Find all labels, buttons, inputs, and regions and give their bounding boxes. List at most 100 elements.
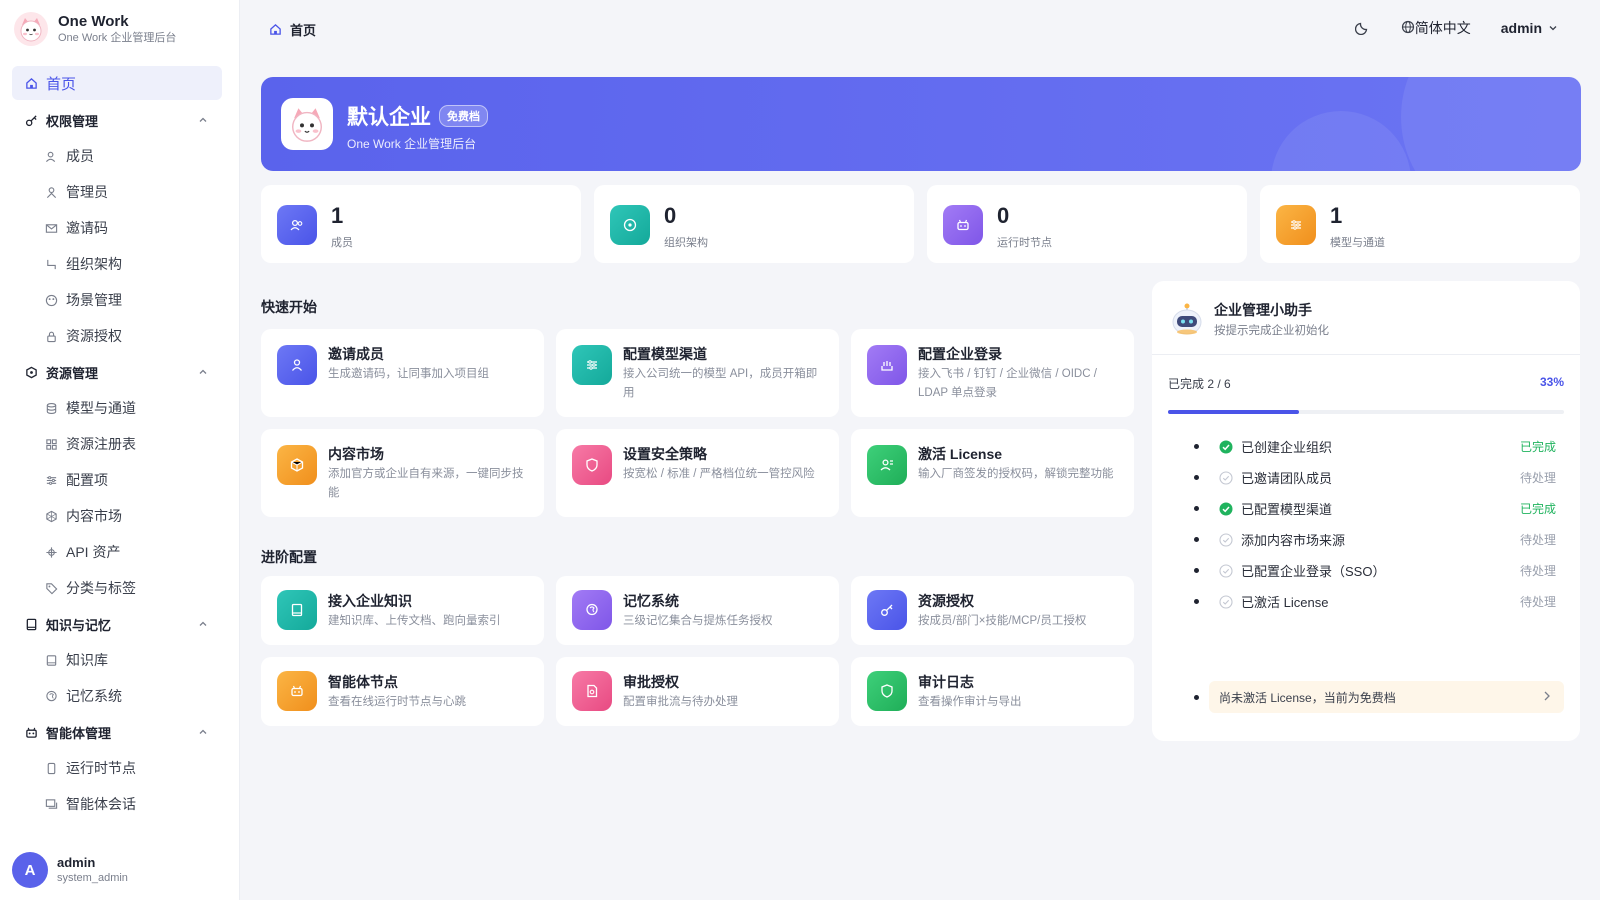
chevron-down-icon: [1548, 20, 1558, 36]
sidebar-group-agents[interactable]: 智能体管理: [12, 714, 222, 750]
theme-toggle-button[interactable]: [1354, 19, 1371, 38]
card-invite-members[interactable]: 邀请成员 生成邀请码，让同事加入项目组: [261, 329, 544, 417]
sidebar-item-label: 首页: [46, 75, 77, 93]
check-circle-icon: [1219, 440, 1233, 454]
card-enterprise-knowledge[interactable]: 接入企业知识 建知识库、上传文档、跑向量索引: [261, 576, 544, 645]
user-icon: [44, 185, 58, 199]
card-approval-auth[interactable]: 审批授权 配置审批流与待办处理: [556, 657, 839, 726]
hexagon-icon: [277, 445, 317, 485]
card-content-market[interactable]: 内容市场 添加官方或企业自有来源，一键同步技能: [261, 429, 544, 517]
sidebar-item-memory[interactable]: 记忆系统: [12, 678, 222, 714]
card-title: 审计日志: [918, 674, 974, 690]
section-title-quick-start: 快速开始: [261, 299, 317, 315]
database-icon: [44, 401, 58, 415]
sidebar-item-home[interactable]: 首页: [12, 66, 222, 100]
card-security-policy[interactable]: 设置安全策略 按宽松 / 标准 / 严格档位统一管控风险: [556, 429, 839, 517]
sidebar-item-org[interactable]: 组织架构: [12, 246, 222, 282]
sidebar-item-scenes[interactable]: 场景管理: [12, 282, 222, 318]
chevron-up-icon: [198, 365, 208, 380]
sidebar-item-label: 资源授权: [66, 328, 122, 344]
enterprise-subtitle: One Work 企业管理后台: [347, 137, 477, 151]
enterprise-banner: 默认企业 免费档 One Work 企业管理后台: [261, 77, 1581, 171]
decor-circle: [1401, 77, 1581, 171]
pending-circle-icon: [1219, 470, 1233, 485]
user-profile[interactable]: A admin system_admin: [12, 852, 128, 888]
stat-card-models[interactable]: 1 模型与通道: [1260, 185, 1580, 263]
sidebar-item-models[interactable]: 模型与通道: [12, 390, 222, 426]
sidebar-item-knowledge-base[interactable]: 知识库: [12, 642, 222, 678]
bullet: [1194, 694, 1199, 700]
sidebar-item-invite-codes[interactable]: 邀请码: [12, 210, 222, 246]
sidebar-item-admins[interactable]: 管理员: [12, 174, 222, 210]
task-item[interactable]: 已创建企业组织 已完成: [1168, 431, 1564, 462]
brand-title: One Work: [58, 12, 129, 30]
sidebar-item-tags[interactable]: 分类与标签: [12, 570, 222, 606]
decor-circle: [1271, 111, 1411, 171]
task-status: 待处理: [1519, 471, 1556, 485]
sidebar-group-knowledge[interactable]: 知识与记忆: [12, 606, 222, 642]
card-desc: 添加官方或企业自有来源，一键同步技能: [328, 468, 524, 499]
task-item[interactable]: 已配置企业登录（SSO） 待处理: [1168, 555, 1564, 586]
card-title: 设置安全策略: [623, 446, 707, 462]
sidebar-item-label: 知识库: [66, 652, 108, 668]
card-title: 资源授权: [918, 593, 974, 609]
sidebar-item-agent-sessions[interactable]: 智能体会话: [12, 786, 222, 822]
login-icon: [867, 345, 907, 385]
stat-card-runtime[interactable]: 0 运行时节点: [927, 185, 1247, 263]
task-item[interactable]: 已邀请团队成员 待处理: [1168, 462, 1564, 493]
chevron-up-icon: [198, 725, 208, 740]
sidebar-group-permissions[interactable]: 权限管理: [12, 102, 222, 138]
language-switcher[interactable]: 简体中文: [1401, 18, 1471, 38]
stat-card-members[interactable]: 1 成员: [261, 185, 581, 263]
book-icon: [24, 617, 38, 631]
hexagon-icon: [44, 509, 58, 523]
task-item[interactable]: 添加内容市场来源 待处理: [1168, 524, 1564, 555]
sidebar-group-resources[interactable]: 资源管理: [12, 354, 222, 390]
sidebar-item-api-assets[interactable]: API 资产: [12, 534, 222, 570]
card-title: 智能体节点: [328, 674, 398, 690]
card-resource-auth[interactable]: 资源授权 按成员/部门×技能/MCP/员工授权: [851, 576, 1134, 645]
card-audit-log[interactable]: 审计日志 查看操作审计与导出: [851, 657, 1134, 726]
progress-percent: 33%: [1539, 375, 1564, 389]
sidebar-item-registry[interactable]: 资源注册表: [12, 426, 222, 462]
stat-label: 模型与通道: [1330, 237, 1385, 249]
robot-icon: [24, 725, 38, 739]
task-item[interactable]: 已配置模型渠道 已完成: [1168, 493, 1564, 524]
card-model-channel[interactable]: 配置模型渠道 接入公司统一的模型 API，成员开箱即用: [556, 329, 839, 417]
sidebar-item-config[interactable]: 配置项: [12, 462, 222, 498]
card-agent-nodes[interactable]: 智能体节点 查看在线运行时节点与心跳: [261, 657, 544, 726]
stat-card-org[interactable]: 0 组织架构: [594, 185, 914, 263]
account-menu[interactable]: admin: [1501, 20, 1558, 36]
stat-label: 运行时节点: [997, 237, 1052, 249]
shield-icon: [572, 445, 612, 485]
cat-logo-icon: [14, 12, 48, 46]
sidebar-item-label: API 资产: [66, 544, 121, 560]
sidebar-item-members[interactable]: 成员: [12, 138, 222, 174]
card-title: 激活 License: [918, 446, 1003, 462]
account-label: admin: [1500, 20, 1542, 36]
card-memory-system[interactable]: 记忆系统 三级记忆集合与提炼任务授权: [556, 576, 839, 645]
chevron-right-icon: [1542, 690, 1552, 705]
sidebar-item-market[interactable]: 内容市场: [12, 498, 222, 534]
globe-icon: [1401, 20, 1415, 37]
bullet: [1194, 599, 1199, 604]
sidebar-item-resource-auth[interactable]: 资源授权: [12, 318, 222, 354]
task-status: 已完成: [1519, 440, 1556, 454]
stat-label: 组织架构: [664, 237, 708, 249]
brand[interactable]: One Work One Work 企业管理后台: [14, 12, 176, 46]
sidebar-item-runtime-nodes[interactable]: 运行时节点: [12, 750, 222, 786]
section-title-advanced: 进阶配置: [261, 549, 317, 565]
card-enterprise-login[interactable]: 配置企业登录 接入飞书 / 钉钉 / 企业微信 / OIDC / LDAP 单点…: [851, 329, 1134, 417]
task-item[interactable]: 已激活 License 待处理: [1168, 586, 1564, 617]
license-notice[interactable]: 尚未激活 License，当前为免费档: [1209, 681, 1564, 713]
task-label: 已配置企业登录（SSO）: [1241, 564, 1386, 579]
chevron-up-icon: [198, 617, 208, 632]
brand-subtitle: One Work 企业管理后台: [58, 31, 177, 44]
card-activate-license[interactable]: 激活 License 输入厂商签发的授权码，解锁完整功能: [851, 429, 1134, 517]
assistant-panel: 企业管理小助手 按提示完成企业初始化 已完成 2 / 6 33% 已创建企业组织…: [1152, 281, 1580, 741]
card-desc: 三级记忆集合与提炼任务授权: [623, 615, 773, 627]
sidebar-item-label: 管理员: [66, 184, 108, 200]
user-name: admin: [57, 855, 96, 870]
enterprise-title: 默认企业 免费档: [347, 101, 488, 131]
license-notice-row: 尚未激活 License，当前为免费档: [1168, 681, 1564, 713]
